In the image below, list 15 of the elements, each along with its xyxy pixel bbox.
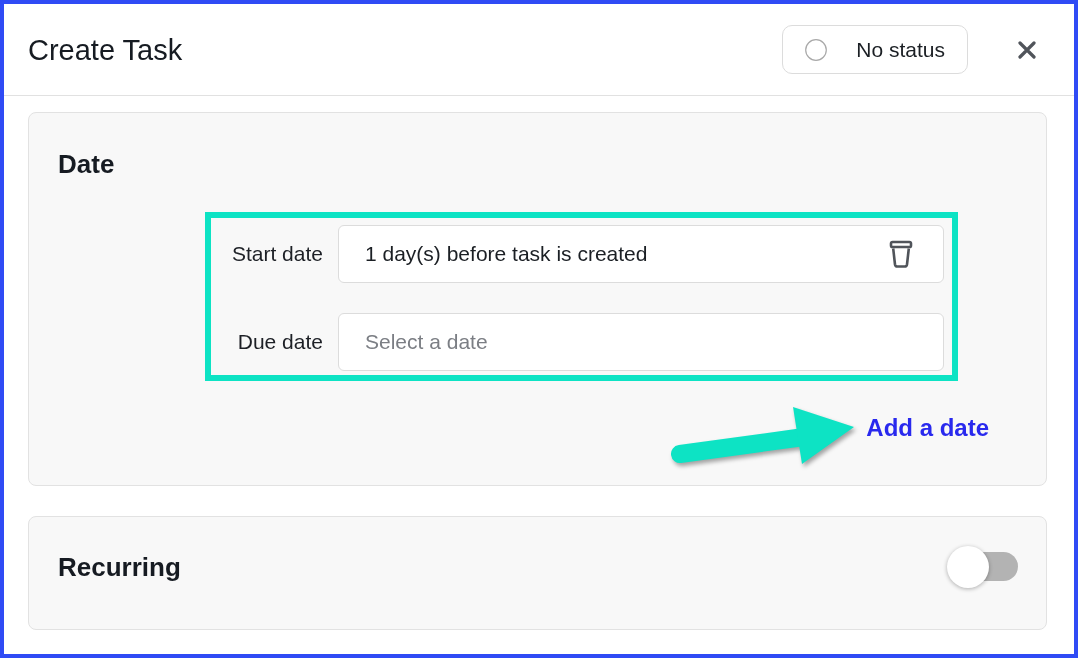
status-button[interactable]: No status — [782, 25, 968, 74]
field-label: Due date — [237, 330, 323, 354]
date-field[interactable]: 1 day(s) before task is created — [338, 225, 944, 283]
section-title: Recurring — [58, 551, 181, 584]
dialog-title: Create Task — [28, 32, 183, 68]
status-circle-icon — [805, 38, 828, 61]
close-button[interactable] — [1018, 40, 1036, 59]
add-date-link[interactable]: Add a date — [866, 414, 989, 442]
section-title: Date — [58, 148, 115, 181]
delete-button[interactable] — [888, 239, 914, 269]
trash-icon — [889, 240, 913, 268]
toggle-switch[interactable] — [947, 546, 1018, 588]
field-label: Start date — [231, 242, 323, 266]
date-field[interactable]: Select a date — [338, 313, 944, 371]
close-icon — [1018, 40, 1036, 59]
